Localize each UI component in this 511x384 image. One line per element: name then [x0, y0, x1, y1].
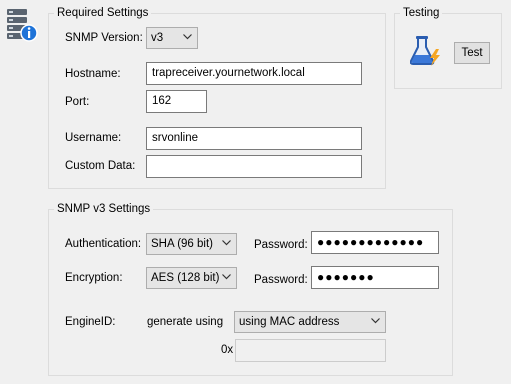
- encryption-value: AES (128 bit): [151, 272, 220, 284]
- enc-password-input[interactable]: ●●●●●●●: [311, 266, 439, 289]
- engine-id-hex-input: [235, 339, 386, 362]
- snmpv3-settings-title: SNMP v3 Settings: [54, 202, 154, 216]
- engine-id-method-select[interactable]: using MAC address: [234, 311, 386, 333]
- hex-prefix-label: 0x: [221, 344, 234, 356]
- auth-password-input[interactable]: ●●●●●●●●●●●●●: [311, 231, 439, 254]
- username-input[interactable]: srvonline: [146, 127, 362, 150]
- authentication-value: SHA (96 bit): [151, 238, 213, 250]
- custom-data-label: Custom Data:: [65, 160, 136, 172]
- authentication-select[interactable]: SHA (96 bit): [146, 233, 237, 255]
- chevron-down-icon: [183, 34, 192, 40]
- port-input[interactable]: 162: [146, 90, 207, 113]
- generate-using-label: generate using: [147, 316, 224, 328]
- authentication-label: Authentication:: [65, 238, 142, 250]
- auth-password-label: Password:: [254, 239, 308, 251]
- flask-lightning-icon: [409, 35, 444, 67]
- testing-title: Testing: [400, 6, 443, 20]
- engine-id-method-value: using MAC address: [239, 316, 340, 328]
- chevron-down-icon: [371, 318, 380, 324]
- server-info-icon: [6, 8, 38, 42]
- chevron-down-icon: [222, 274, 231, 280]
- hostname-label: Hostname:: [65, 68, 121, 80]
- username-label: Username:: [65, 132, 122, 144]
- test-button[interactable]: Test: [454, 42, 490, 64]
- hostname-input[interactable]: trapreceiver.yournetwork.local: [146, 62, 362, 85]
- engine-id-label: EngineID:: [65, 316, 116, 328]
- chevron-down-icon: [222, 240, 231, 246]
- enc-password-label: Password:: [254, 274, 308, 286]
- snmp-version-label: SNMP Version:: [65, 32, 143, 44]
- required-settings-title: Required Settings: [54, 6, 152, 20]
- snmp-version-value: v3: [151, 32, 164, 44]
- snmp-version-select[interactable]: v3: [146, 27, 198, 49]
- encryption-label: Encryption:: [65, 272, 123, 284]
- port-label: Port:: [65, 96, 90, 108]
- custom-data-input[interactable]: [146, 155, 362, 178]
- encryption-select[interactable]: AES (128 bit): [146, 267, 237, 289]
